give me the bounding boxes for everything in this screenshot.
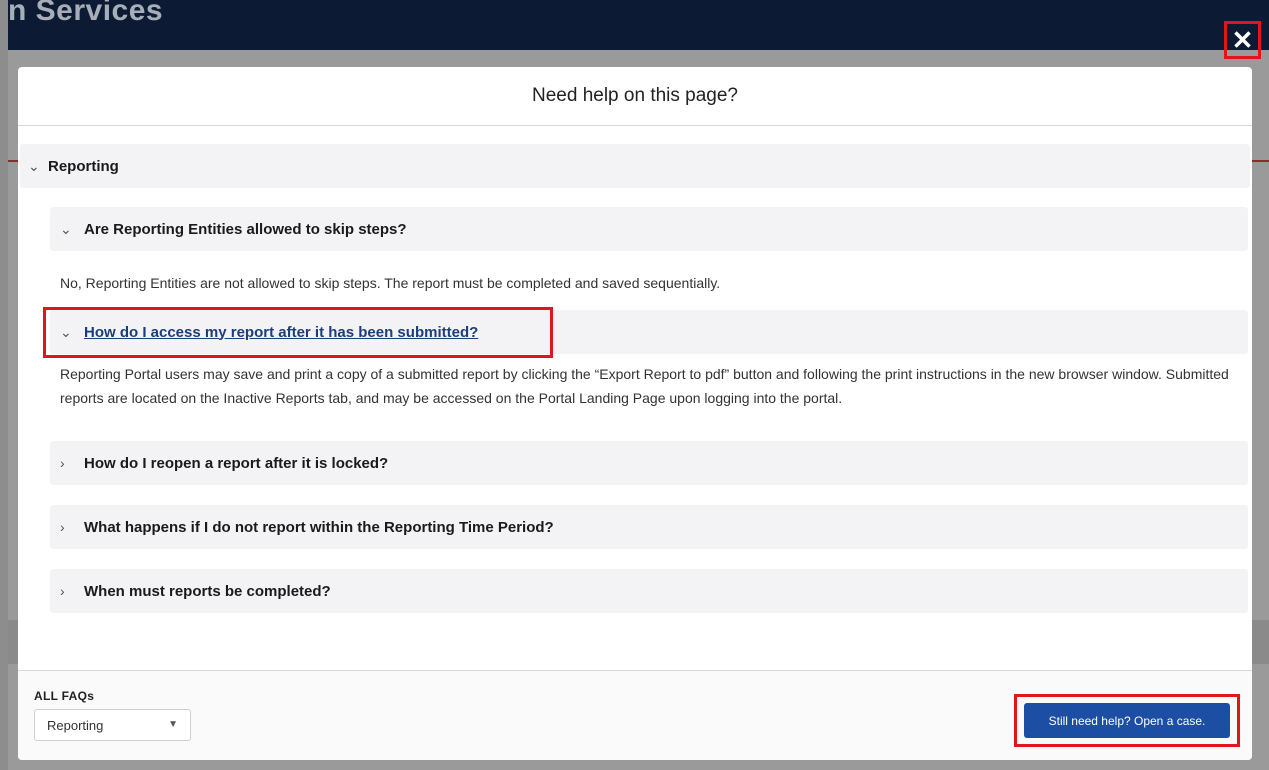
all-faqs-label: ALL FAQs (34, 689, 95, 703)
chevron-down-icon: ⌄ (28, 157, 40, 174)
highlight-box-question (43, 307, 553, 358)
help-modal: Need help on this page? ⌄ Reporting ⌄ Ar… (18, 67, 1252, 760)
section-reporting[interactable]: ⌄ Reporting (20, 144, 1250, 188)
chevron-right-icon: › (60, 583, 65, 599)
modal-title: Need help on this page? (532, 85, 738, 106)
faq-item-reporting-time-period[interactable]: › What happens if I do not report within… (50, 505, 1248, 549)
faq-question: Are Reporting Entities allowed to skip s… (84, 220, 407, 238)
modal-header: Need help on this page? (18, 67, 1252, 126)
open-case-button[interactable]: Still need help? Open a case. (1024, 703, 1230, 738)
select-value: Reporting (47, 717, 104, 733)
faq-item-reopen-report[interactable]: › How do I reopen a report after it is l… (50, 441, 1248, 485)
section-label: Reporting (48, 157, 119, 175)
chevron-down-icon: ⌄ (60, 220, 72, 237)
app-header: n Services (8, 0, 1269, 50)
faq-item-reports-completed[interactable]: › When must reports be completed? (50, 569, 1248, 613)
faq-question: What happens if I do not report within t… (84, 518, 554, 536)
close-icon: ✕ (1231, 24, 1254, 55)
caret-down-icon: ▼ (168, 719, 178, 730)
faq-item-skip-steps[interactable]: ⌄ Are Reporting Entities allowed to skip… (50, 207, 1248, 251)
close-button[interactable]: ✕ (1224, 21, 1261, 59)
app-title: n Services (8, 0, 164, 27)
faq-question: How do I reopen a report after it is loc… (84, 454, 389, 472)
chevron-right-icon: › (60, 519, 65, 535)
faq-answer-skip-steps: No, Reporting Entities are not allowed t… (60, 275, 721, 291)
faq-answer-access-report: Reporting Portal users may save and prin… (60, 366, 1229, 406)
backdrop-accent-line-right (1252, 160, 1269, 162)
highlight-box-case-button: Still need help? Open a case. (1014, 694, 1240, 747)
faq-category-select[interactable]: Reporting ▼ (34, 709, 191, 741)
chevron-right-icon: › (60, 455, 65, 471)
faq-question: When must reports be completed? (84, 582, 331, 600)
modal-footer: ALL FAQs Reporting ▼ Still need help? Op… (18, 670, 1252, 760)
